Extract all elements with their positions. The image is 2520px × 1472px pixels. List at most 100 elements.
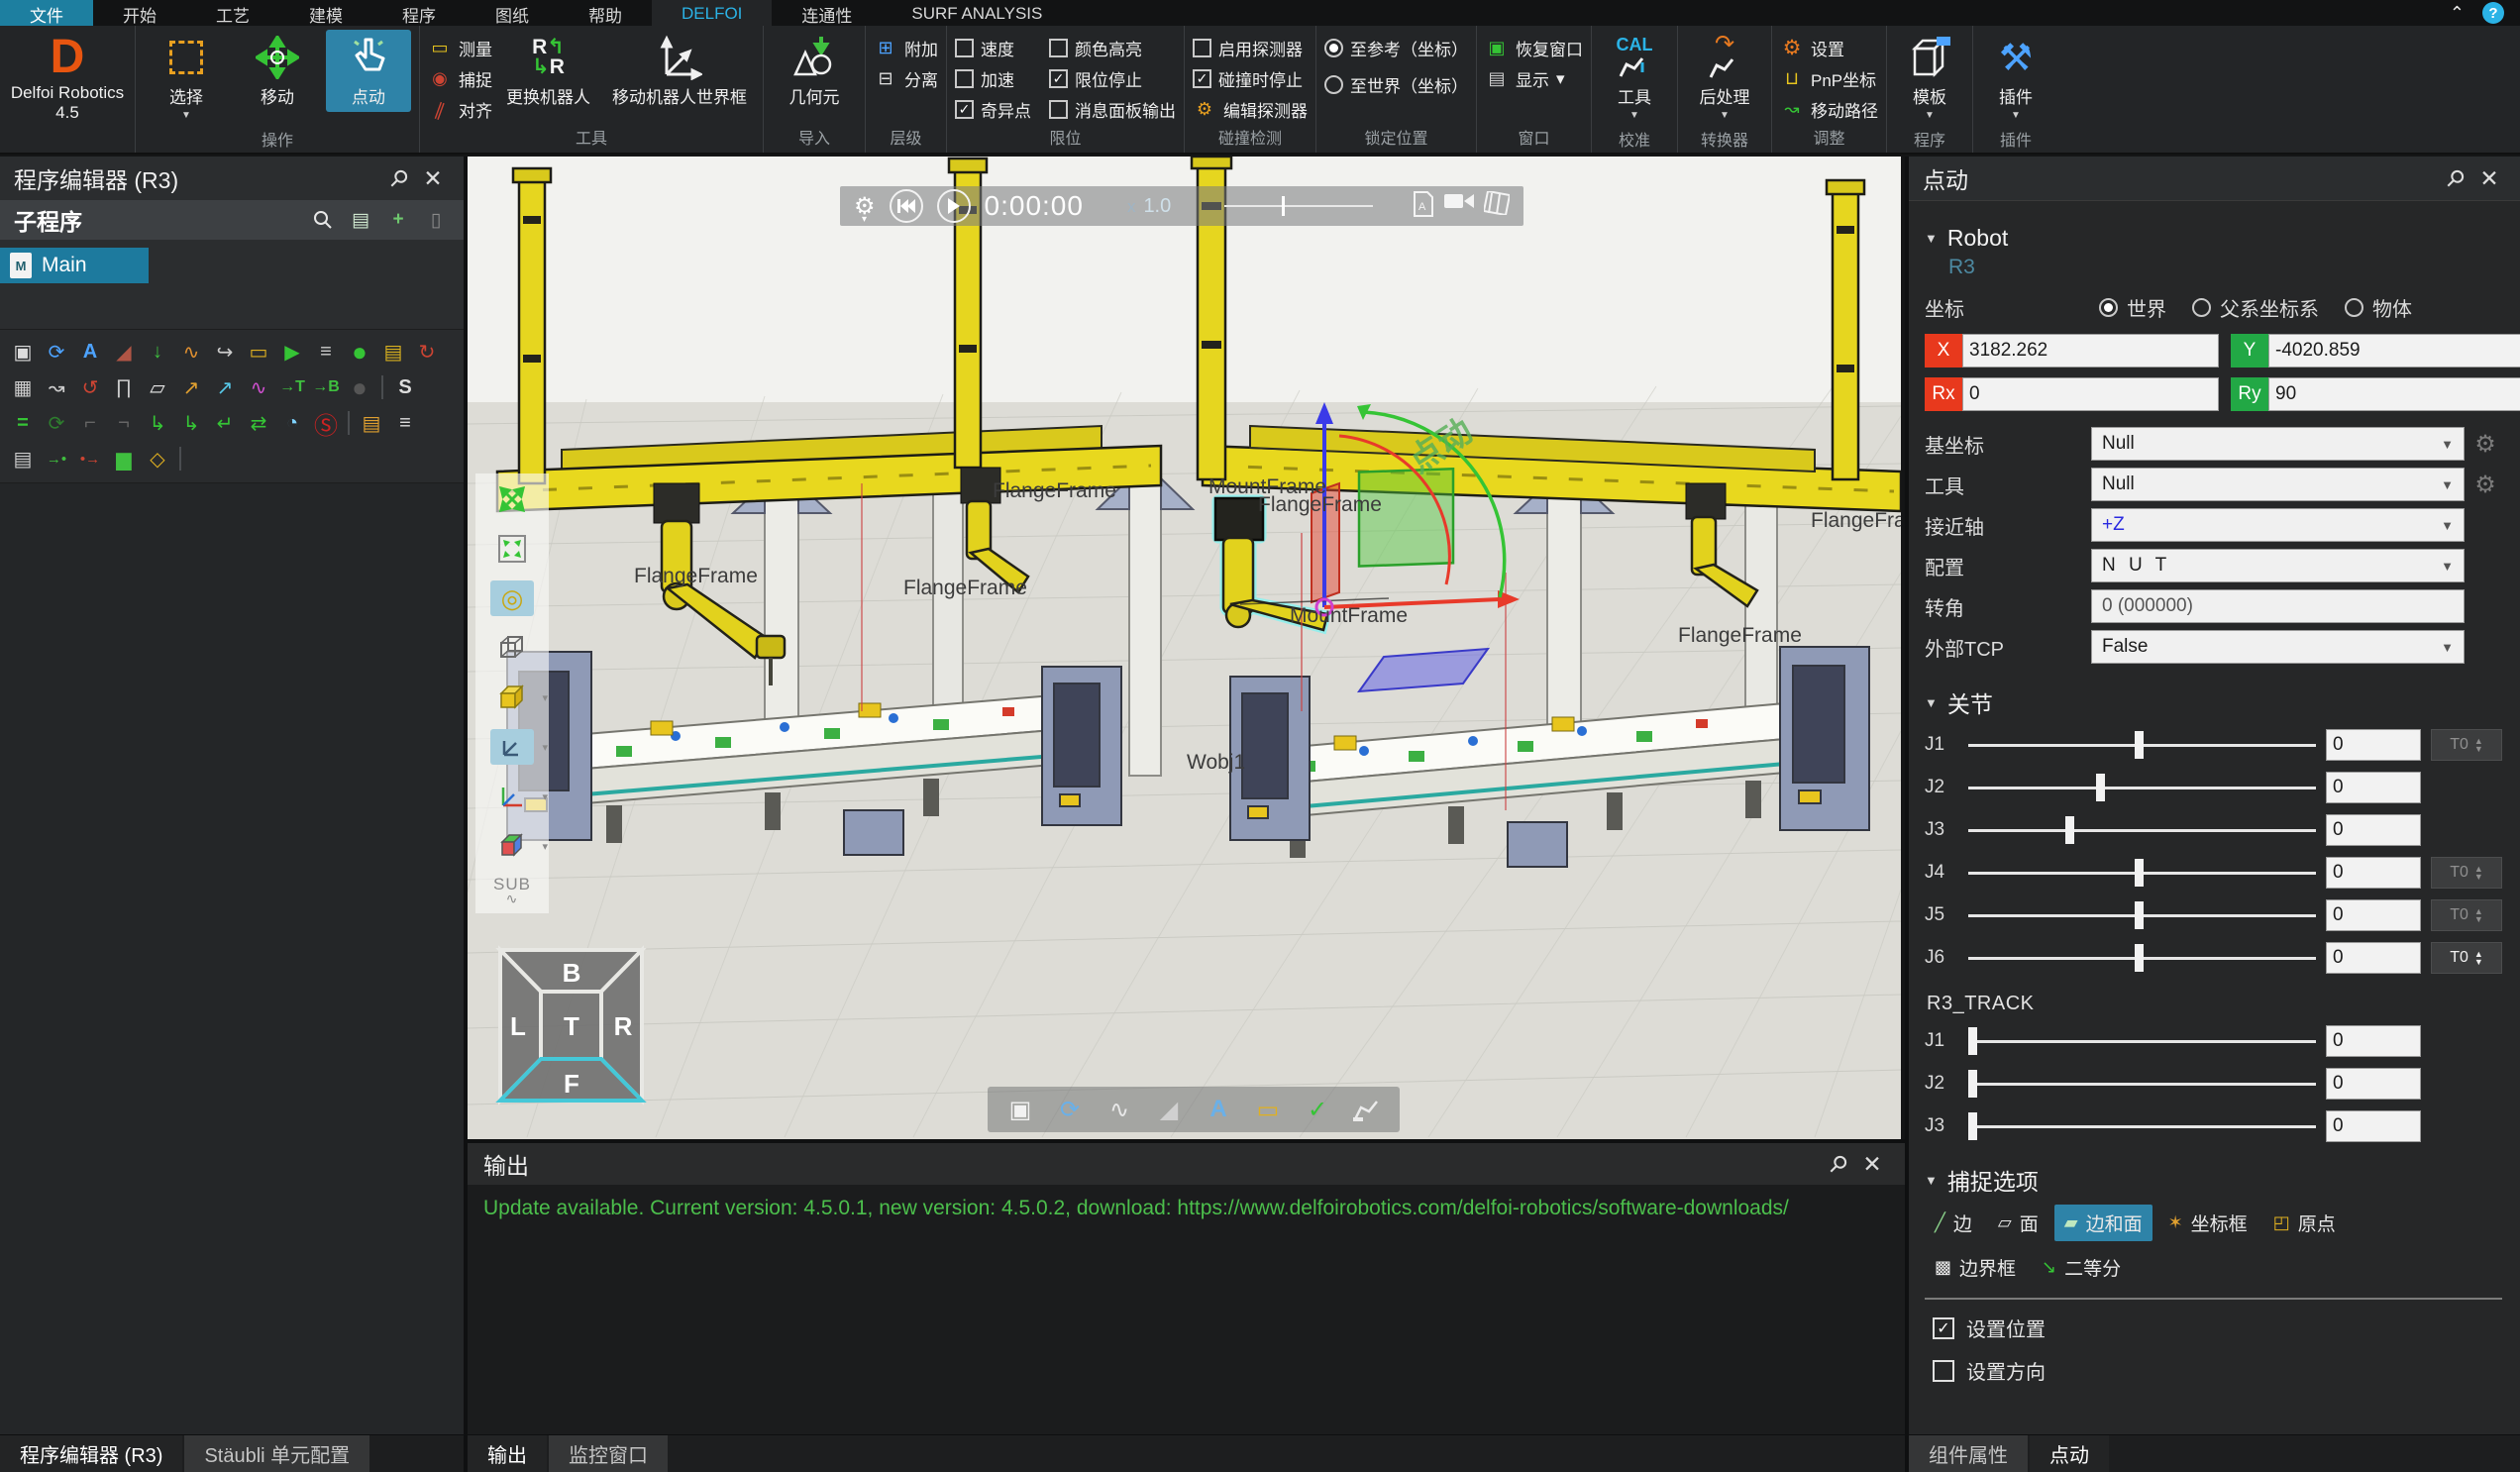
base-frame-dropdown[interactable]: Null▼ xyxy=(2091,427,2465,461)
to-base-icon[interactable]: →B xyxy=(309,371,343,403)
tab-component-properties[interactable]: 组件属性 xyxy=(1909,1435,2028,1472)
capture-button[interactable]: ◉ 捕捉 xyxy=(428,66,492,91)
menu-tab-help[interactable]: 帮助 xyxy=(559,0,652,26)
robot-section-header[interactable]: ▼ Robot xyxy=(1925,225,2502,252)
sub-view-label[interactable]: SUB∿ xyxy=(493,878,531,905)
pin-output-icon[interactable]: ⚲ xyxy=(1816,1141,1860,1186)
export-s-icon[interactable]: S xyxy=(388,371,422,403)
solid-cube-icon[interactable]: ▾ xyxy=(490,680,534,715)
frame-select-icon[interactable]: ▭ xyxy=(1251,1093,1285,1126)
measure-button[interactable]: ▭ 测量 xyxy=(428,36,492,60)
tool-dropdown[interactable]: Null▼ xyxy=(2091,468,2465,501)
ry-coordinate-field[interactable]: Ry xyxy=(2231,377,2520,411)
snap-frame-button[interactable]: ✶ 坐标框 xyxy=(2158,1205,2258,1241)
subprogram-list-icon[interactable]: ▤ xyxy=(347,206,374,234)
sim-settings-icon[interactable]: ≡ xyxy=(309,336,343,368)
statement-doc-icon[interactable]: ≡ xyxy=(388,407,422,439)
tool-gear-icon[interactable]: ⚙ xyxy=(2468,468,2502,501)
tab-output[interactable]: 输出 xyxy=(468,1435,547,1472)
turn-angle-field[interactable]: 0 (000000) xyxy=(2091,589,2465,623)
frame-box-icon[interactable]: ▭ xyxy=(242,336,275,368)
snap-face-button[interactable]: ▱ 面 xyxy=(1988,1205,2048,1241)
tab-program-editor[interactable]: 程序编辑器 (R3) xyxy=(0,1435,182,1472)
expand-all-icon[interactable] xyxy=(490,481,534,517)
wireframe-cube-icon[interactable] xyxy=(490,630,534,666)
record-video-icon[interactable] xyxy=(1444,191,1474,222)
snap-edge-and-face-button[interactable]: ▰ 边和面 xyxy=(2054,1205,2152,1241)
add-subprogram-icon[interactable]: + xyxy=(384,206,412,234)
program-editor-body[interactable] xyxy=(0,483,464,1434)
j3-slider[interactable] xyxy=(1968,816,2316,844)
snap-edge-button[interactable]: ╱ 边 xyxy=(1925,1205,1982,1241)
menu-tab-process[interactable]: 工艺 xyxy=(186,0,279,26)
speed-ellipse-icon[interactable]: ● xyxy=(343,336,376,368)
enable-detector-checkbox[interactable]: 启用探测器 xyxy=(1193,36,1308,60)
subprogram-item-main[interactable]: M Main xyxy=(0,248,149,283)
path-up-icon[interactable]: ↗ xyxy=(174,371,208,403)
calibration-tool-button[interactable]: CAL 工具 ▼ xyxy=(1600,30,1669,125)
j6-slider[interactable] xyxy=(1968,944,2316,972)
j6-turn-spinner[interactable]: T0▲▼ xyxy=(2431,942,2502,974)
add-text-icon[interactable]: A xyxy=(73,336,107,368)
set-orientation-checkbox[interactable]: 设置方向 xyxy=(1933,1356,2502,1385)
speed-slider-handle[interactable] xyxy=(1282,196,1285,216)
tab-staubli-cell-config[interactable]: Stäubli 单元配置 xyxy=(184,1435,369,1472)
snap-origin-button[interactable]: ◰ 原点 xyxy=(2263,1205,2346,1241)
tab-monitor-window[interactable]: 监控窗口 xyxy=(549,1435,668,1472)
validate-check-icon[interactable]: ✓ xyxy=(1301,1093,1334,1126)
template-button[interactable]: 模板 ▼ xyxy=(1895,30,1964,125)
signal-in-icon[interactable]: •→ xyxy=(73,443,107,474)
frame-world-radio[interactable]: 世界 xyxy=(2099,293,2166,322)
delete-subprogram-icon[interactable]: ▯ xyxy=(422,206,450,234)
3d-scene[interactable]: 点动 FlangeFrame FlangeFrame FlangeFrame M… xyxy=(468,157,1901,1139)
print-icon[interactable]: ▤ xyxy=(6,443,40,474)
track-j3-slider[interactable] xyxy=(1968,1112,2316,1140)
move-button[interactable]: 移动 xyxy=(235,30,320,112)
j4-turn-spinner[interactable]: T0▲▼ xyxy=(2431,857,2502,889)
menu-tab-program[interactable]: 程序 xyxy=(372,0,466,26)
fit-view-icon[interactable] xyxy=(490,531,534,567)
move-robot-world-frame-button[interactable]: 移动机器人世界框 xyxy=(604,30,755,112)
rgb-cube-icon[interactable]: ▾ xyxy=(490,828,534,864)
move-path-button[interactable]: ↝ 移动路径 xyxy=(1780,97,1878,122)
snap-options-header[interactable]: ▼ 捕捉选项 xyxy=(1925,1163,2502,1197)
loop-icon[interactable]: ⟳ xyxy=(40,407,73,439)
play-simulation-icon[interactable]: ▶ xyxy=(275,336,309,368)
edit-detector-button[interactable]: ⚙ 编辑探测器 xyxy=(1193,97,1308,122)
branch-a-icon[interactable]: ↳ xyxy=(141,407,174,439)
statistics-icon[interactable]: ▆ xyxy=(107,443,141,474)
film-strip-icon[interactable] xyxy=(1484,191,1510,222)
frame-parent-radio[interactable]: 父系坐标系 xyxy=(2192,293,2319,322)
ramp-tool-icon[interactable]: ◢ xyxy=(107,336,141,368)
help-icon[interactable]: ? xyxy=(2482,2,2504,24)
rx-coordinate-field[interactable]: Rx xyxy=(1925,377,2219,411)
detach-button[interactable]: ⊟ 分离 xyxy=(874,66,938,91)
plugins-button[interactable]: ⚒ 插件 ▼ xyxy=(1981,30,2050,125)
menu-tab-connectivity[interactable]: 连通性 xyxy=(772,0,882,26)
base-frame-gear-icon[interactable]: ⚙ xyxy=(2468,427,2502,461)
frame-display-icon[interactable]: ▾ xyxy=(490,729,534,765)
jog-button[interactable]: 点动 xyxy=(326,30,411,112)
post-process-button[interactable]: ↷ 后处理 ▼ xyxy=(1686,30,1763,125)
grid-icon[interactable]: ▦ xyxy=(6,371,40,403)
equals-icon[interactable]: = xyxy=(6,407,40,439)
j3-value-field[interactable] xyxy=(2326,814,2421,846)
part-tool-icon[interactable]: ◇ xyxy=(141,443,174,474)
pin-panel-icon[interactable]: ⚲ xyxy=(376,156,421,200)
x-coordinate-field[interactable]: X xyxy=(1925,334,2219,368)
text-annotation-icon[interactable]: A xyxy=(1202,1093,1235,1126)
sync-icon[interactable]: ⇄ xyxy=(242,407,275,439)
j1-turn-spinner[interactable]: T0▲▼ xyxy=(2431,729,2502,761)
frame-object-radio[interactable]: 物体 xyxy=(2345,293,2412,322)
external-tcp-dropdown[interactable]: False▼ xyxy=(2091,630,2465,664)
geometry-button[interactable]: 几何元 xyxy=(772,30,857,112)
arrow-move-icon[interactable]: ↗ xyxy=(208,371,242,403)
limit-accel-checkbox[interactable]: 加速 xyxy=(955,66,1031,91)
j2-value-field[interactable] xyxy=(2326,772,2421,803)
reverse-path-icon[interactable]: ↪ xyxy=(208,336,242,368)
select-button[interactable]: 选择 ▼ xyxy=(144,30,229,125)
j6-value-field[interactable] xyxy=(2326,942,2421,974)
pattern-icon[interactable]: ∏ xyxy=(107,371,141,403)
path-magenta-icon[interactable]: ∿ xyxy=(242,371,275,403)
limit-singularity-checkbox[interactable]: ✓ 奇异点 xyxy=(955,97,1031,122)
